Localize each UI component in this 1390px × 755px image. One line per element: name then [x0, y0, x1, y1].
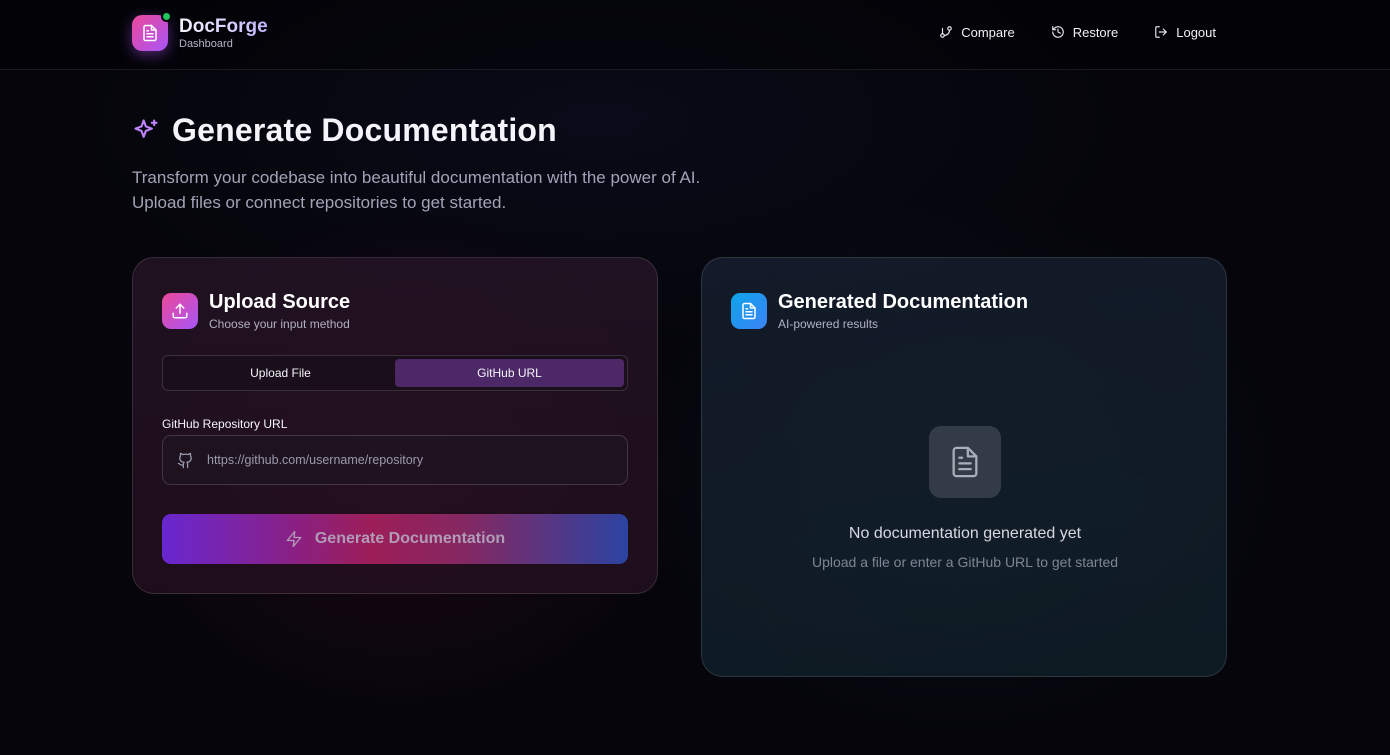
logout-link[interactable]: Logout: [1154, 21, 1216, 43]
sparkles-icon: [134, 118, 158, 138]
online-status-dot: [161, 11, 172, 22]
result-card-subtitle: AI-powered results: [778, 317, 879, 331]
generated-documentation-card: Generated Documentation AI-powered resul…: [701, 257, 1227, 677]
github-icon: [177, 452, 192, 468]
result-card-title: Generated Documentation: [778, 291, 1029, 313]
github-url-label: GitHub Repository URL: [162, 417, 288, 431]
generate-button-label: Generate Documentation: [314, 530, 506, 547]
github-url-input[interactable]: [207, 453, 607, 467]
git-compare-icon: [940, 26, 953, 38]
restore-link[interactable]: Restore: [1051, 21, 1119, 43]
file-text-icon: [742, 302, 756, 320]
top-nav: Compare Restore Logout: [903, 21, 1216, 43]
tab-github-url[interactable]: GitHub URL: [395, 359, 624, 387]
empty-state-title: No documentation generated yet: [848, 525, 1082, 542]
input-method-tabs: Upload File GitHub URL: [162, 355, 628, 391]
result-icon-badge: [731, 293, 767, 329]
upload-card-title: Upload Source: [209, 291, 351, 313]
upload-icon-badge: [162, 293, 198, 329]
file-text-icon: [143, 24, 157, 42]
empty-state: No documentation generated yet Upload a …: [702, 426, 1228, 570]
generate-documentation-button[interactable]: Generate Documentation: [162, 514, 628, 564]
restore-label: Restore: [1072, 24, 1119, 40]
logout-label: Logout: [1176, 24, 1216, 40]
page-description: Transform your codebase into beautiful d…: [132, 165, 772, 215]
compare-label: Compare: [961, 24, 1015, 40]
file-text-icon: [952, 446, 978, 478]
zap-icon: [286, 530, 302, 548]
compare-link[interactable]: Compare: [939, 21, 1015, 43]
upload-card-subtitle: Choose your input method: [209, 317, 350, 331]
app-name: DocForge: [179, 15, 268, 37]
app-subtitle: Dashboard: [179, 37, 233, 50]
tab-upload-file[interactable]: Upload File: [166, 359, 395, 387]
description-line-2: Upload files or connect repositories to …: [132, 193, 507, 212]
app-logo: [132, 11, 172, 51]
empty-state-subtitle: Upload a file or enter a GitHub URL to g…: [811, 554, 1119, 570]
hero-section: Generate Documentation Transform your co…: [132, 112, 772, 215]
upload-icon: [172, 303, 188, 319]
upload-source-card: Upload Source Choose your input method U…: [132, 257, 658, 594]
history-icon: [1051, 26, 1064, 38]
description-line-1: Transform your codebase into beautiful d…: [132, 168, 701, 187]
empty-state-icon-box: [929, 426, 1001, 498]
brand[interactable]: DocForge Dashboard: [132, 11, 268, 51]
logout-icon: [1155, 26, 1168, 38]
top-bar: DocForge Dashboard Compare Restore Logou…: [0, 0, 1390, 70]
page-title: Generate Documentation: [172, 112, 557, 148]
github-url-field: [162, 435, 628, 485]
